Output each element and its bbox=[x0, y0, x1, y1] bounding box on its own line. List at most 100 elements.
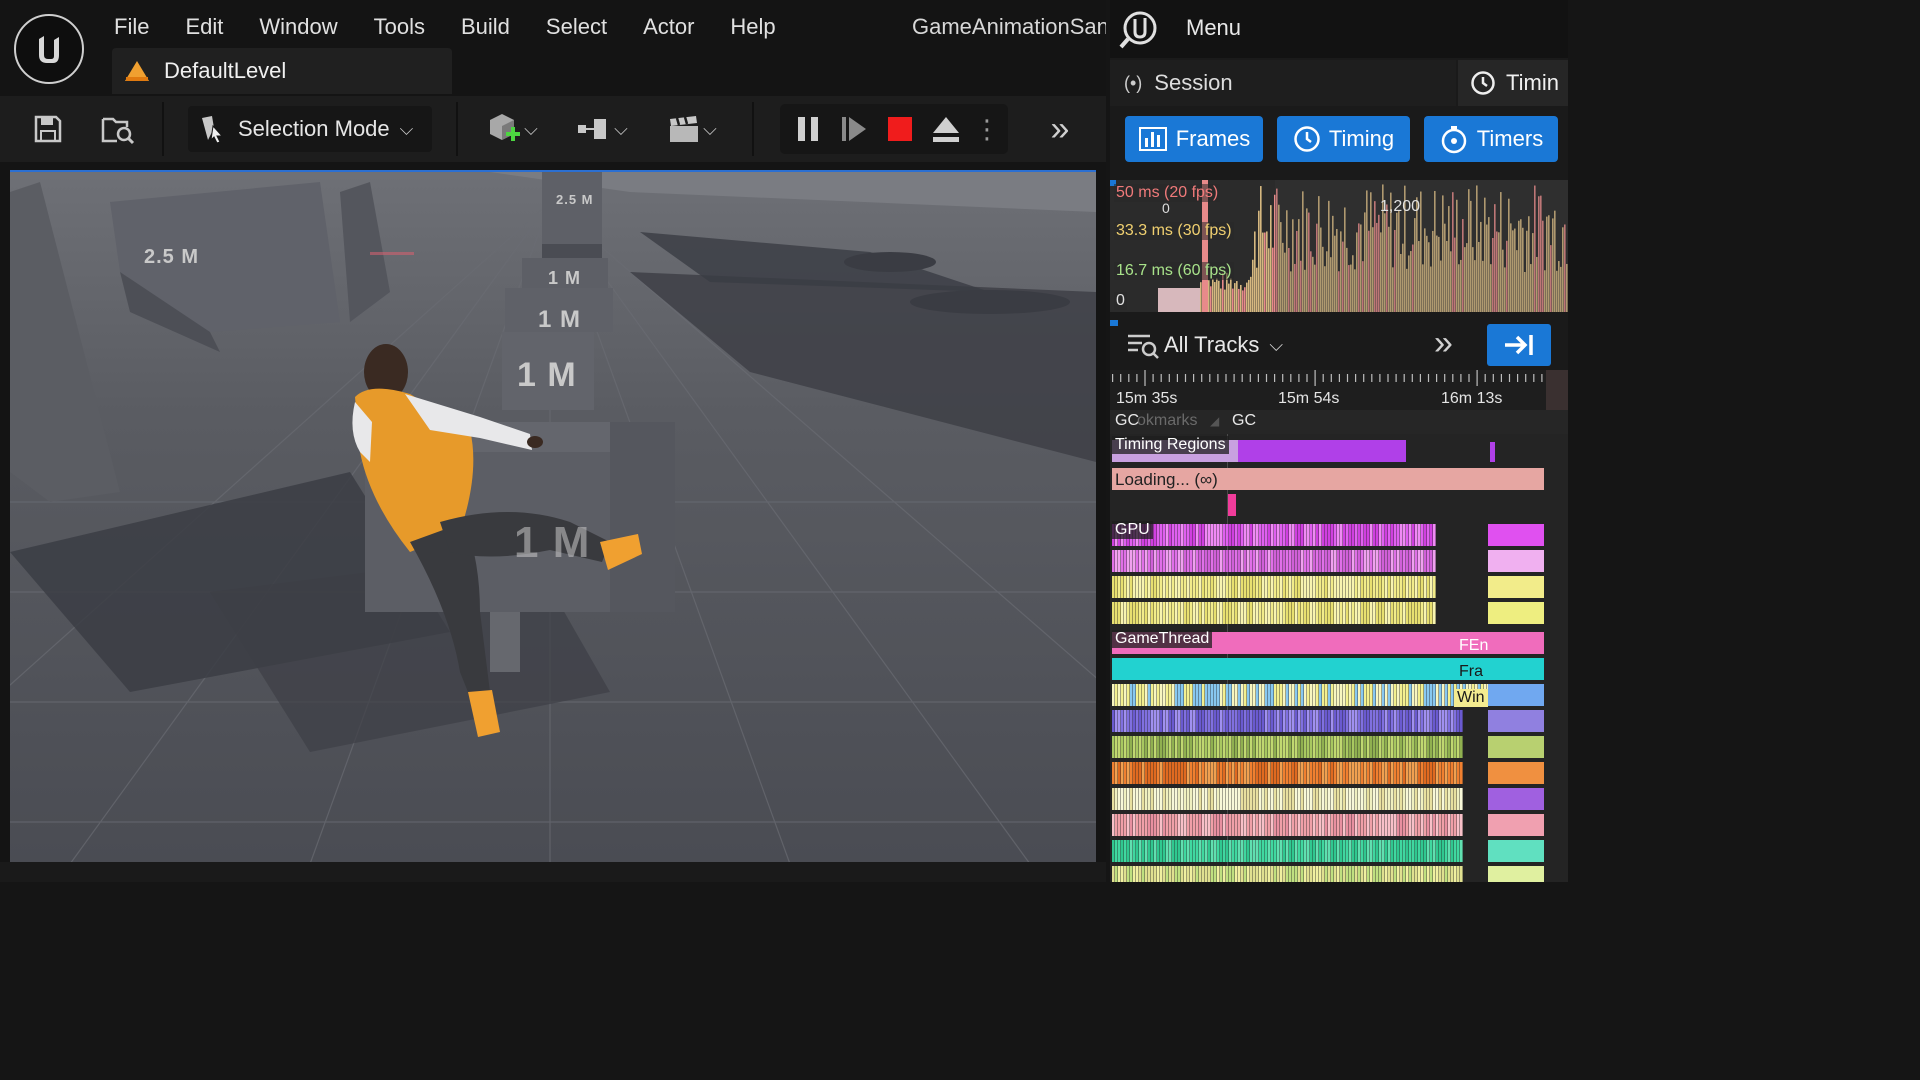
timing-event bbox=[1178, 602, 1181, 624]
timing-event bbox=[1205, 736, 1208, 758]
timing-event bbox=[1259, 840, 1262, 862]
timing-event bbox=[1238, 788, 1241, 810]
timing-event bbox=[1271, 736, 1274, 758]
unreal-logo[interactable] bbox=[14, 14, 84, 84]
timing-event bbox=[1286, 814, 1289, 836]
tab-timing[interactable]: Timin bbox=[1458, 60, 1568, 106]
timing-tracks-area[interactable]: Timing Regions Loading... (∞) GPU GameTh… bbox=[1110, 434, 1568, 882]
menu-actor[interactable]: Actor bbox=[625, 8, 712, 42]
insights-logo-icon[interactable] bbox=[1118, 10, 1158, 50]
menu-tools[interactable]: Tools bbox=[356, 8, 443, 42]
timing-event bbox=[1430, 524, 1433, 546]
tracks-more-options[interactable]: ⋮ bbox=[1560, 330, 1568, 361]
timing-event bbox=[1265, 710, 1268, 732]
timing-event bbox=[1196, 788, 1199, 810]
cinematics-button[interactable]: ⌵ bbox=[660, 106, 724, 152]
timing-event bbox=[1178, 840, 1181, 862]
timing-event bbox=[1397, 602, 1400, 624]
eject-button[interactable] bbox=[926, 106, 966, 152]
menu-build[interactable]: Build bbox=[443, 8, 528, 42]
timing-event bbox=[1163, 524, 1166, 546]
timing-event bbox=[1241, 602, 1244, 624]
pause-button[interactable] bbox=[788, 106, 828, 152]
timing-event bbox=[1250, 788, 1253, 810]
timing-event bbox=[1199, 524, 1202, 546]
timing-event bbox=[1142, 736, 1145, 758]
frames-button[interactable]: Frames bbox=[1125, 116, 1263, 162]
timing-event bbox=[1118, 866, 1121, 882]
timing-event bbox=[1223, 762, 1226, 784]
timing-event bbox=[1488, 524, 1544, 546]
timing-event bbox=[1388, 762, 1391, 784]
timing-event bbox=[1175, 840, 1178, 862]
timing-event bbox=[1433, 684, 1436, 706]
add-actor-button[interactable]: ⌵ bbox=[480, 106, 544, 152]
timing-event bbox=[1217, 684, 1220, 706]
selection-mode-dropdown[interactable]: Selection Mode ⌵ bbox=[188, 106, 432, 152]
stop-button[interactable] bbox=[880, 106, 920, 152]
timing-event bbox=[1286, 684, 1289, 706]
blueprints-button[interactable]: ⌵ bbox=[570, 106, 634, 152]
bookmarks-track[interactable]: GC okmarks ◢ GC bbox=[1110, 410, 1568, 434]
timing-button[interactable]: Timing bbox=[1277, 116, 1410, 162]
timing-event bbox=[1163, 576, 1166, 598]
auto-scroll-button[interactable] bbox=[1487, 324, 1551, 366]
timing-event bbox=[1454, 762, 1457, 784]
menu-window[interactable]: Window bbox=[241, 8, 355, 42]
tracks-overflow-button[interactable]: » bbox=[1434, 324, 1453, 363]
timing-event bbox=[1277, 788, 1280, 810]
ruler-tick bbox=[1193, 374, 1195, 382]
level-viewport[interactable]: 2.5 M 2.5 M 1 M 1 M 1 M 1 M bbox=[10, 170, 1096, 864]
timing-event bbox=[1148, 576, 1151, 598]
menu-help[interactable]: Help bbox=[712, 8, 793, 42]
toolbar-overflow-button[interactable]: » bbox=[1040, 106, 1080, 152]
timing-event bbox=[1187, 866, 1190, 882]
timing-event bbox=[1355, 866, 1358, 882]
timing-event bbox=[1385, 788, 1388, 810]
menu-file[interactable]: File bbox=[96, 8, 167, 42]
timing-event bbox=[1121, 866, 1124, 882]
all-tracks-dropdown[interactable]: All Tracks ⌵ bbox=[1126, 328, 1283, 362]
timing-event bbox=[1316, 550, 1319, 572]
time-ruler[interactable]: 15m 35s 15m 54s 16m 13s bbox=[1110, 370, 1568, 410]
timing-event bbox=[1370, 814, 1373, 836]
timing-event bbox=[1136, 866, 1139, 882]
timing-event bbox=[1352, 840, 1355, 862]
step-frame-button[interactable] bbox=[834, 106, 874, 152]
browse-content-button[interactable] bbox=[98, 106, 138, 152]
tab-session[interactable]: (•) Session bbox=[1110, 60, 1456, 106]
timing-event bbox=[1277, 866, 1280, 882]
timing-event bbox=[1262, 576, 1265, 598]
timing-event bbox=[1367, 866, 1370, 882]
timing-event bbox=[1400, 814, 1403, 836]
timing-event bbox=[1256, 684, 1259, 706]
timing-event bbox=[1379, 710, 1382, 732]
menu-edit[interactable]: Edit bbox=[167, 8, 241, 42]
ruler-tick bbox=[1517, 374, 1519, 382]
timing-event bbox=[1448, 684, 1451, 706]
broadcast-icon: (•) bbox=[1124, 72, 1143, 93]
timing-event bbox=[1322, 550, 1325, 572]
timing-event bbox=[1268, 602, 1271, 624]
timing-event bbox=[1376, 814, 1379, 836]
insights-menu[interactable]: Menu bbox=[1186, 15, 1241, 41]
timers-button[interactable]: Timers bbox=[1424, 116, 1558, 162]
menu-select[interactable]: Select bbox=[528, 8, 625, 42]
timing-event bbox=[1457, 710, 1460, 732]
timing-event bbox=[1211, 814, 1214, 836]
timing-event bbox=[1430, 710, 1433, 732]
timing-event bbox=[1349, 524, 1352, 546]
timing-event bbox=[1337, 736, 1340, 758]
level-tab[interactable]: DefaultLevel bbox=[112, 48, 452, 94]
timing-event bbox=[1301, 866, 1304, 882]
timing-event bbox=[1166, 788, 1169, 810]
frames-graph[interactable]: 50 ms (20 fps) 33.3 ms (30 fps) 16.7 ms … bbox=[1110, 180, 1568, 312]
timing-event bbox=[1283, 736, 1286, 758]
ruler-tick bbox=[1452, 374, 1454, 382]
timing-event bbox=[1424, 602, 1427, 624]
timing-event bbox=[1154, 684, 1157, 706]
play-options-button[interactable]: ⋮ bbox=[972, 106, 1002, 152]
timing-event bbox=[1229, 684, 1232, 706]
save-button[interactable] bbox=[28, 106, 68, 152]
timing-event bbox=[1295, 710, 1298, 732]
